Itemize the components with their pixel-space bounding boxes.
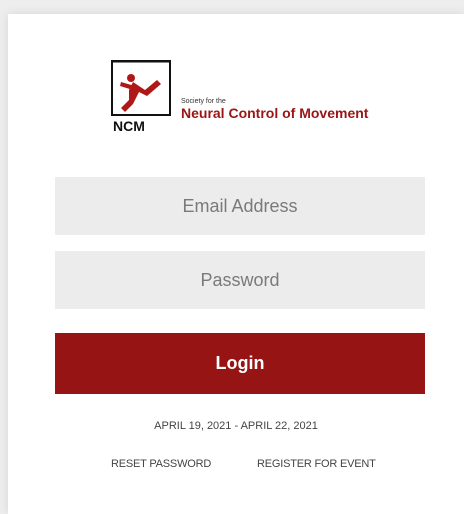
- reset-password-link[interactable]: RESET PASSWORD: [111, 458, 211, 470]
- ncm-logo-icon: NCM: [111, 60, 171, 134]
- password-field[interactable]: [55, 251, 425, 309]
- login-card: NCM Society for the Neural Control of Mo…: [8, 14, 464, 514]
- ncm-logo: NCM Society for the Neural Control of Mo…: [111, 60, 381, 138]
- logo-mark-text: NCM: [113, 118, 145, 134]
- email-field[interactable]: [55, 177, 425, 235]
- login-button[interactable]: Login: [55, 333, 425, 394]
- event-dates: APRIL 19, 2021 - APRIL 22, 2021: [154, 420, 318, 432]
- logo-title: Neural Control of Movement: [181, 105, 369, 121]
- register-for-event-link[interactable]: REGISTER FOR EVENT: [257, 458, 376, 470]
